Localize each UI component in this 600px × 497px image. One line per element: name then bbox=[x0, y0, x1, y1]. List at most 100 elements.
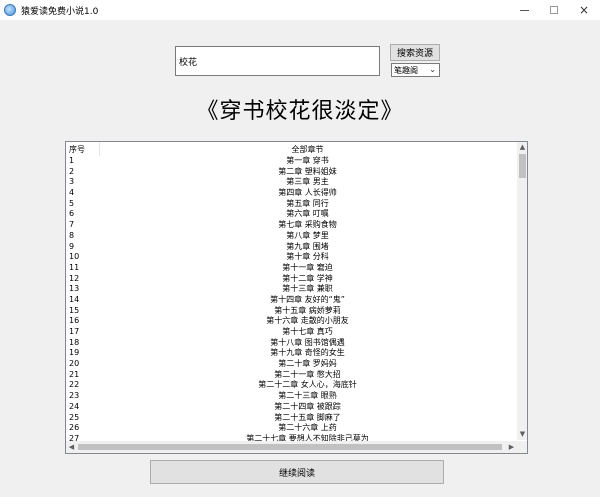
list-item[interactable]: 21 第二十一章 憋大招 bbox=[66, 370, 517, 381]
list-item[interactable]: 25 第二十五章 脚麻了 bbox=[66, 413, 517, 424]
chapter-index: 25 bbox=[69, 412, 80, 422]
horizontal-scrollbar[interactable]: ◀ ▶ bbox=[66, 441, 517, 453]
list-item[interactable]: 22 第二十二章 女人心，海底针 bbox=[66, 380, 517, 391]
chapter-title: 第二十章 罗妈妈 bbox=[278, 359, 337, 369]
list-item[interactable]: 1 第一章 穿书 bbox=[66, 156, 517, 167]
chapter-title: 第二十一章 憋大招 bbox=[274, 369, 341, 379]
chapter-index: 23 bbox=[69, 391, 80, 401]
chapter-index: 26 bbox=[69, 423, 80, 433]
scroll-down-icon[interactable]: ▼ bbox=[517, 429, 527, 440]
list-item[interactable]: 13 第十三章 兼职 bbox=[66, 284, 517, 295]
chapter-title: 第五章 同行 bbox=[286, 198, 329, 208]
chapter-index: 1 bbox=[69, 156, 75, 165]
chapter-title: 第十八章 图书馆偶遇 bbox=[270, 337, 345, 347]
search-button[interactable]: 搜索资源 bbox=[390, 44, 440, 61]
list-item[interactable]: 2 第二章 塑料姐妹 bbox=[66, 167, 517, 178]
list-item[interactable]: 10 第十章 分科 bbox=[66, 252, 517, 263]
chapter-title: 第十五章 病娇萝莉 bbox=[274, 305, 341, 315]
chapter-index: 16 bbox=[69, 316, 80, 326]
scroll-up-icon[interactable]: ▲ bbox=[517, 142, 527, 153]
list-item[interactable]: 7 第七章 采购食物 bbox=[66, 220, 517, 231]
chapter-index: 14 bbox=[69, 294, 80, 304]
chapter-title: 第十一章 窘迫 bbox=[282, 262, 333, 272]
list-item[interactable]: 6 第六章 叮嘱 bbox=[66, 209, 517, 220]
chapter-title: 第十四章 友好的“鬼” bbox=[270, 294, 345, 304]
chapter-title: 第二十三章 眼熟 bbox=[278, 391, 337, 401]
chapter-index: 18 bbox=[69, 337, 80, 347]
app-window: 猿爱读免费小说1.0 × 搜索资源 笔趣阁 ⌄ 《穿书校花很淡定》 序号 全部章… bbox=[0, 0, 600, 497]
chapter-index: 19 bbox=[69, 348, 80, 358]
list-item[interactable]: 9 第九章 围堵 bbox=[66, 242, 517, 253]
list-item[interactable]: 8 第八章 梦里 bbox=[66, 231, 517, 242]
close-icon: × bbox=[578, 3, 590, 17]
list-item[interactable]: 15 第十五章 病娇萝莉 bbox=[66, 306, 517, 317]
header-chapter[interactable]: 全部章节 bbox=[100, 144, 515, 155]
maximize-button[interactable] bbox=[539, 0, 569, 20]
chapter-index: 9 bbox=[69, 241, 75, 251]
search-input[interactable] bbox=[175, 46, 380, 76]
chevron-down-icon: ⌄ bbox=[429, 65, 436, 74]
chapter-index: 4 bbox=[69, 188, 75, 198]
chapter-index: 13 bbox=[69, 284, 80, 294]
list-item[interactable]: 12 第十二章 学神 bbox=[66, 274, 517, 285]
chapter-title: 第二十五章 脚麻了 bbox=[274, 412, 341, 422]
chapter-title: 第二十二章 女人心，海底针 bbox=[258, 380, 357, 390]
chapter-index: 17 bbox=[69, 327, 80, 336]
chapter-title: 第二十四章 被跟踪 bbox=[274, 401, 341, 411]
list-item[interactable]: 16 第十六章 走散的小朋友 bbox=[66, 316, 517, 327]
minimize-button[interactable] bbox=[509, 0, 539, 20]
book-title: 《穿书校花很淡定》 bbox=[196, 99, 404, 124]
list-item[interactable]: 5 第五章 同行 bbox=[66, 199, 517, 210]
list-item[interactable]: 18 第十八章 图书馆偶遇 bbox=[66, 338, 517, 349]
chapter-index: 2 bbox=[69, 166, 75, 176]
source-select[interactable]: 笔趣阁 ⌄ bbox=[391, 63, 440, 77]
list-item[interactable]: 4 第四章 人长得帅 bbox=[66, 188, 517, 199]
chapter-index: 6 bbox=[69, 209, 75, 219]
list-item[interactable]: 24 第二十四章 被跟踪 bbox=[66, 402, 517, 413]
chapter-index: 24 bbox=[69, 401, 80, 411]
chapter-title: 第十七章 真巧 bbox=[282, 327, 333, 336]
continue-reading-button[interactable]: 继续阅读 bbox=[150, 460, 444, 484]
chapter-title: 第十九章 奇怪的女生 bbox=[270, 348, 345, 358]
minimize-icon bbox=[519, 9, 529, 11]
chapter-index: 5 bbox=[69, 198, 75, 208]
vertical-scrollbar[interactable]: ▲ ▼ bbox=[517, 142, 527, 440]
horizontal-scroll-thumb[interactable] bbox=[78, 444, 502, 450]
scroll-right-icon[interactable]: ▶ bbox=[506, 441, 517, 453]
chapter-index: 10 bbox=[69, 252, 80, 262]
chapter-index: 12 bbox=[69, 273, 80, 283]
list-item[interactable]: 19 第十九章 奇怪的女生 bbox=[66, 348, 517, 359]
chapter-title: 第八章 梦里 bbox=[286, 230, 329, 240]
chapter-list[interactable]: 序号 全部章节 1 第一章 穿书 2 第二章 塑料姐妹 3 第三章 男主 4 第四章 人长得帅… bbox=[65, 141, 528, 454]
chapter-title: 第一章 穿书 bbox=[286, 156, 329, 165]
chapter-title: 第二十六章 上药 bbox=[278, 423, 337, 433]
maximize-icon bbox=[550, 6, 558, 14]
vertical-scroll-thumb[interactable] bbox=[519, 154, 526, 178]
list-item[interactable]: 26 第二十六章 上药 bbox=[66, 423, 517, 434]
list-item[interactable]: 11 第十一章 窘迫 bbox=[66, 263, 517, 274]
chapter-rows: 1 第一章 穿书 2 第二章 塑料姐妹 3 第三章 男主 4 第四章 人长得帅 5 第五章 同行 6… bbox=[66, 156, 517, 445]
title-bar[interactable]: 猿爱读免费小说1.0 × bbox=[0, 0, 600, 20]
scroll-left-icon[interactable]: ◀ bbox=[66, 441, 77, 453]
list-header: 序号 全部章节 bbox=[66, 142, 517, 156]
chapter-index: 22 bbox=[69, 380, 80, 390]
chapter-title: 第四章 人长得帅 bbox=[278, 188, 337, 198]
list-item[interactable]: 14 第十四章 友好的“鬼” bbox=[66, 295, 517, 306]
chapter-title: 第七章 采购食物 bbox=[278, 220, 337, 230]
chapter-index: 15 bbox=[69, 305, 80, 315]
chapter-title: 第二章 塑料姐妹 bbox=[278, 166, 337, 176]
chapter-title: 第九章 围堵 bbox=[286, 241, 329, 251]
chapter-title: 第十二章 学神 bbox=[282, 273, 333, 283]
chapter-index: 8 bbox=[69, 230, 75, 240]
chapter-title: 第三章 男主 bbox=[286, 177, 329, 187]
chapter-index: 7 bbox=[69, 220, 75, 230]
list-item[interactable]: 20 第二十章 罗妈妈 bbox=[66, 359, 517, 370]
header-index[interactable]: 序号 bbox=[69, 144, 85, 155]
chapter-index: 20 bbox=[69, 359, 80, 369]
list-item[interactable]: 23 第二十三章 眼熟 bbox=[66, 391, 517, 402]
list-item[interactable]: 3 第三章 男主 bbox=[66, 177, 517, 188]
close-button[interactable]: × bbox=[569, 0, 599, 20]
list-item[interactable]: 17 第十七章 真巧 bbox=[66, 327, 517, 338]
window-title: 猿爱读免费小说1.0 bbox=[21, 6, 99, 17]
chapter-index: 11 bbox=[69, 262, 80, 272]
